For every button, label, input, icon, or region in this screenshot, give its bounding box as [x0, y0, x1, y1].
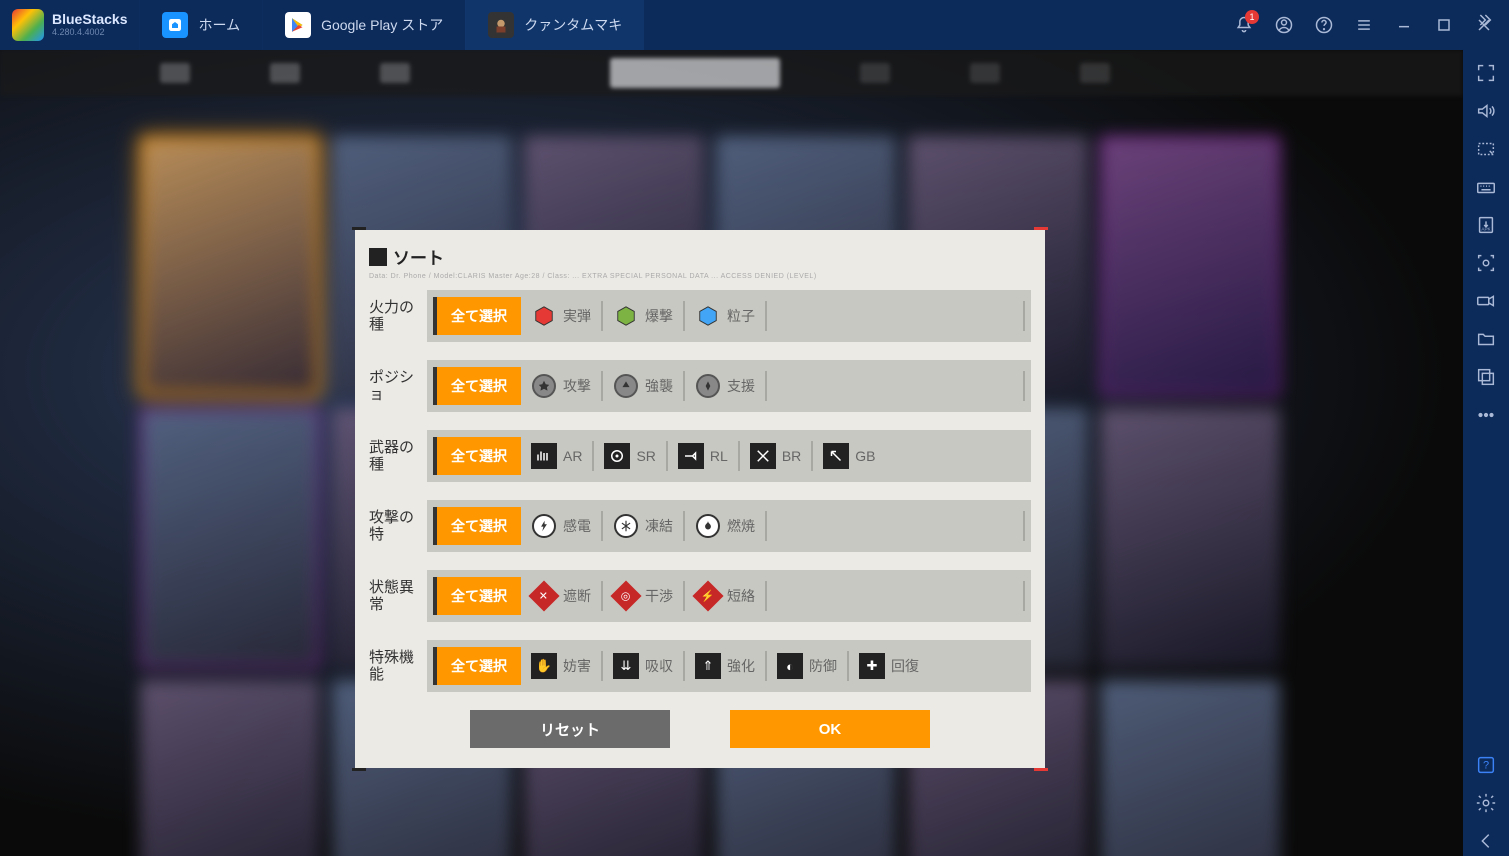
filter-opt-shock[interactable]: 感電 — [521, 507, 601, 545]
side-toolbar: APK ? — [1463, 50, 1509, 856]
title-square-icon — [369, 248, 387, 266]
row-label: 状態異常 — [369, 579, 417, 614]
filter-opt-rl[interactable]: RL — [668, 437, 738, 475]
record-icon[interactable] — [1471, 286, 1501, 316]
filter-opt-support[interactable]: 支援 — [685, 367, 765, 405]
sort-filter-modal: ソート Data: Dr. Phone / Model:CLARIS Maste… — [355, 230, 1045, 768]
filter-opt-freeze[interactable]: 凍結 — [603, 507, 683, 545]
filter-opt-ar[interactable]: AR — [521, 437, 592, 475]
select-all-button[interactable]: 全て選択 — [433, 577, 521, 615]
dotted-rect-icon[interactable] — [1471, 134, 1501, 164]
brand-name: BlueStacks — [52, 12, 127, 27]
svg-text:?: ? — [1483, 760, 1489, 772]
filter-opt-ammo[interactable]: 実弾 — [521, 297, 601, 335]
filter-opt-particle[interactable]: 粒子 — [685, 297, 765, 335]
filter-opt-defense[interactable]: ◐防御 — [767, 647, 847, 685]
svg-text:APK: APK — [1481, 227, 1490, 232]
brand-version: 4.280.4.4002 — [52, 28, 127, 38]
filter-opt-br[interactable]: BR — [740, 437, 811, 475]
tab-play[interactable]: Google Play ストア — [262, 0, 465, 50]
fullscreen-icon[interactable] — [1471, 58, 1501, 88]
filter-opt-heal[interactable]: ✚回復 — [849, 647, 929, 685]
row-label: 武器の種 — [369, 439, 417, 474]
minimize-icon[interactable] — [1393, 14, 1415, 36]
filter-opt-jam[interactable]: ◎干渉 — [603, 577, 683, 615]
screenshot-icon[interactable] — [1471, 248, 1501, 278]
filter-opt-blast[interactable]: 爆撃 — [603, 297, 683, 335]
select-all-button[interactable]: 全て選択 — [433, 437, 521, 475]
question-icon[interactable]: ? — [1471, 750, 1501, 780]
filter-opt-sr[interactable]: SR — [594, 437, 665, 475]
filter-opt-attack[interactable]: 攻撃 — [521, 367, 601, 405]
help-icon[interactable] — [1313, 14, 1335, 36]
select-all-button[interactable]: 全て選択 — [433, 297, 521, 335]
filter-row-weapon: 武器の種 全て選択 AR SR RL BR GB — [369, 430, 1031, 482]
filter-opt-absorb[interactable]: ⇊吸収 — [603, 647, 683, 685]
game-app-icon — [488, 12, 514, 38]
modal-subtitle: Data: Dr. Phone / Model:CLARIS Master Ag… — [369, 273, 1031, 280]
filter-opt-block[interactable]: ✕遮断 — [521, 577, 601, 615]
filter-opt-debuff[interactable]: ✋妨害 — [521, 647, 601, 685]
account-icon[interactable] — [1273, 14, 1295, 36]
title-bar: BlueStacks 4.280.4.4002 ホーム Google Play … — [0, 0, 1509, 50]
reset-button[interactable]: リセット — [470, 710, 670, 748]
row-label: 特殊機能 — [369, 649, 417, 684]
tab-game[interactable]: クァンタムマキ — [465, 0, 644, 50]
multi-instance-icon[interactable] — [1471, 362, 1501, 392]
select-all-button[interactable]: 全て選択 — [433, 367, 521, 405]
row-label: 攻撃の特 — [369, 509, 417, 544]
select-all-button[interactable]: 全て選択 — [433, 647, 521, 685]
maximize-icon[interactable] — [1433, 14, 1455, 36]
settings-icon[interactable] — [1471, 788, 1501, 818]
modal-title: ソート — [393, 244, 444, 269]
keyboard-icon[interactable] — [1471, 172, 1501, 202]
filter-opt-gb[interactable]: GB — [813, 437, 885, 475]
tab-label: Google Play ストア — [321, 15, 443, 35]
game-viewport: ソート Data: Dr. Phone / Model:CLARIS Maste… — [0, 50, 1463, 856]
game-topbar-blurred — [0, 50, 1463, 96]
tab-home[interactable]: ホーム — [139, 0, 262, 50]
volume-icon[interactable] — [1471, 96, 1501, 126]
play-store-icon — [285, 12, 311, 38]
home-icon — [162, 12, 188, 38]
row-label: ポジショ — [369, 369, 417, 404]
filter-row-firepower: 火力の種 全て選択 実弾 爆撃 粒子 — [369, 290, 1031, 342]
filter-row-status: 状態異常 全て選択 ✕遮断 ◎干渉 ⚡短絡 — [369, 570, 1031, 622]
filter-opt-burn[interactable]: 燃焼 — [685, 507, 765, 545]
select-all-button[interactable]: 全て選択 — [433, 507, 521, 545]
row-label: 火力の種 — [369, 299, 417, 334]
notification-badge: 1 — [1245, 10, 1259, 24]
tab-label: クァンタムマキ — [524, 15, 622, 35]
notifications-icon[interactable]: 1 — [1233, 14, 1255, 36]
more-icon[interactable] — [1471, 400, 1501, 430]
folder-icon[interactable] — [1471, 324, 1501, 354]
back-icon[interactable] — [1471, 826, 1501, 856]
filter-opt-assault[interactable]: 強襲 — [603, 367, 683, 405]
install-apk-icon[interactable]: APK — [1471, 210, 1501, 240]
collapse-sidebar-icon[interactable] — [1473, 6, 1501, 34]
bluestacks-logo-icon — [12, 9, 44, 41]
filter-row-special: 特殊機能 全て選択 ✋妨害 ⇊吸収 ⇑強化 ◐防御 ✚回復 — [369, 640, 1031, 692]
tab-label: ホーム — [198, 15, 240, 35]
filter-opt-buff[interactable]: ⇑強化 — [685, 647, 765, 685]
filter-row-attack: 攻撃の特 全て選択 感電 凍結 燃焼 — [369, 500, 1031, 552]
menu-icon[interactable] — [1353, 14, 1375, 36]
filter-opt-short[interactable]: ⚡短絡 — [685, 577, 765, 615]
filter-row-position: ポジショ 全て選択 攻撃 強襲 支援 — [369, 360, 1031, 412]
ok-button[interactable]: OK — [730, 710, 930, 748]
